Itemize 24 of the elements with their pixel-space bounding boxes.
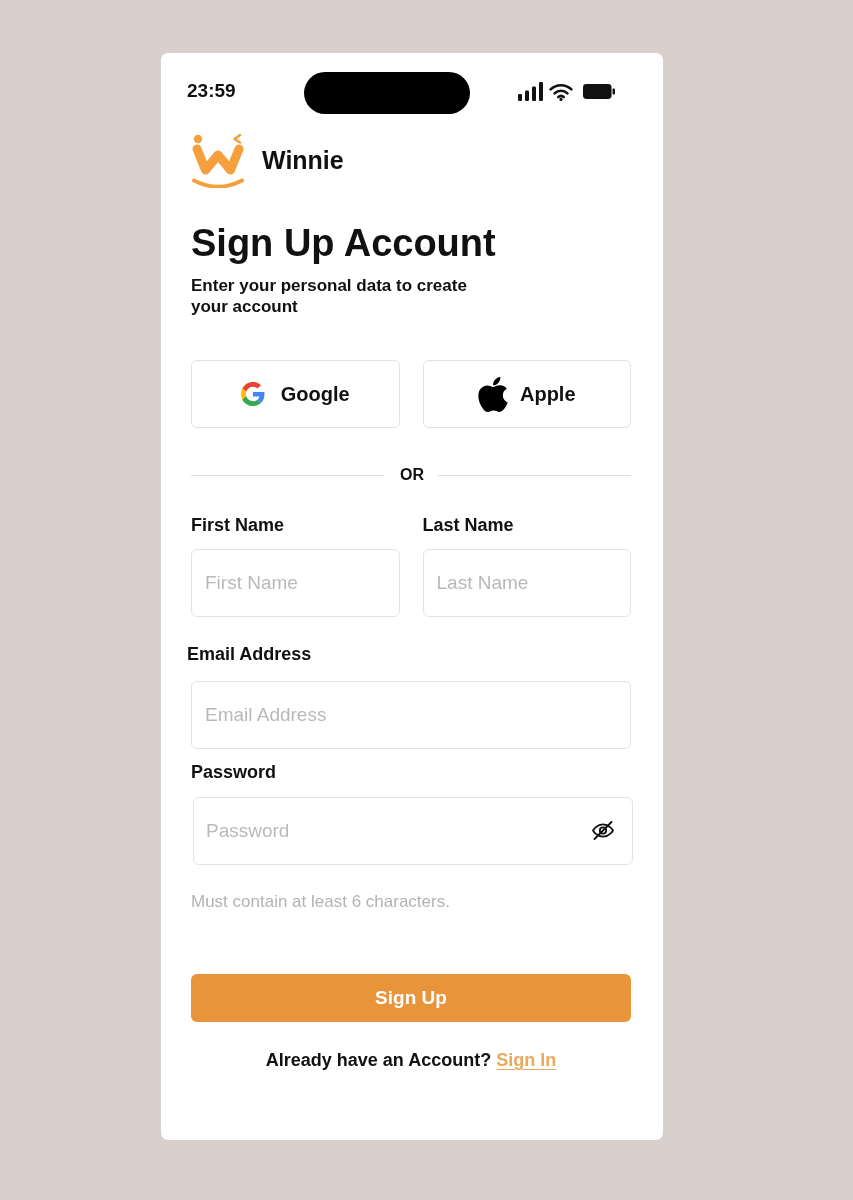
- wifi-icon: [549, 82, 573, 101]
- sign-in-prompt: Already have an Account? Sign In: [264, 1049, 558, 1071]
- field-label: First Name: [191, 514, 286, 536]
- page-subtitle: Enter your personal data to create your account: [191, 275, 468, 317]
- social-sign-in-button[interactable]: Apple: [422, 360, 631, 428]
- text-input-field[interactable]: First Name: [191, 549, 400, 617]
- page-title: Sign Up Account: [191, 221, 497, 265]
- eye-slash-icon[interactable]: [592, 821, 614, 840]
- social-sign-in-button[interactable]: Google: [191, 360, 400, 428]
- password-hint: Must contain at least 6 characters.: [191, 892, 451, 912]
- apple-icon[interactable]: [477, 376, 508, 412]
- signal-icon: [518, 82, 543, 101]
- divider-label: OR: [400, 465, 424, 485]
- field-label: Email Address: [187, 643, 313, 665]
- text-input-field[interactable]: Last Name: [422, 549, 631, 617]
- field-label: Last Name: [422, 514, 515, 536]
- g-logo-icon[interactable]: [240, 382, 265, 406]
- battery-icon: [583, 84, 615, 99]
- brand-name: Winnie: [262, 144, 344, 176]
- status-time: 23:59: [187, 80, 236, 100]
- email-input-field[interactable]: Email Address: [191, 681, 631, 749]
- field-label: Password: [191, 761, 278, 783]
- logo-icon: [191, 133, 245, 188]
- password-input-field[interactable]: Password: [193, 797, 633, 865]
